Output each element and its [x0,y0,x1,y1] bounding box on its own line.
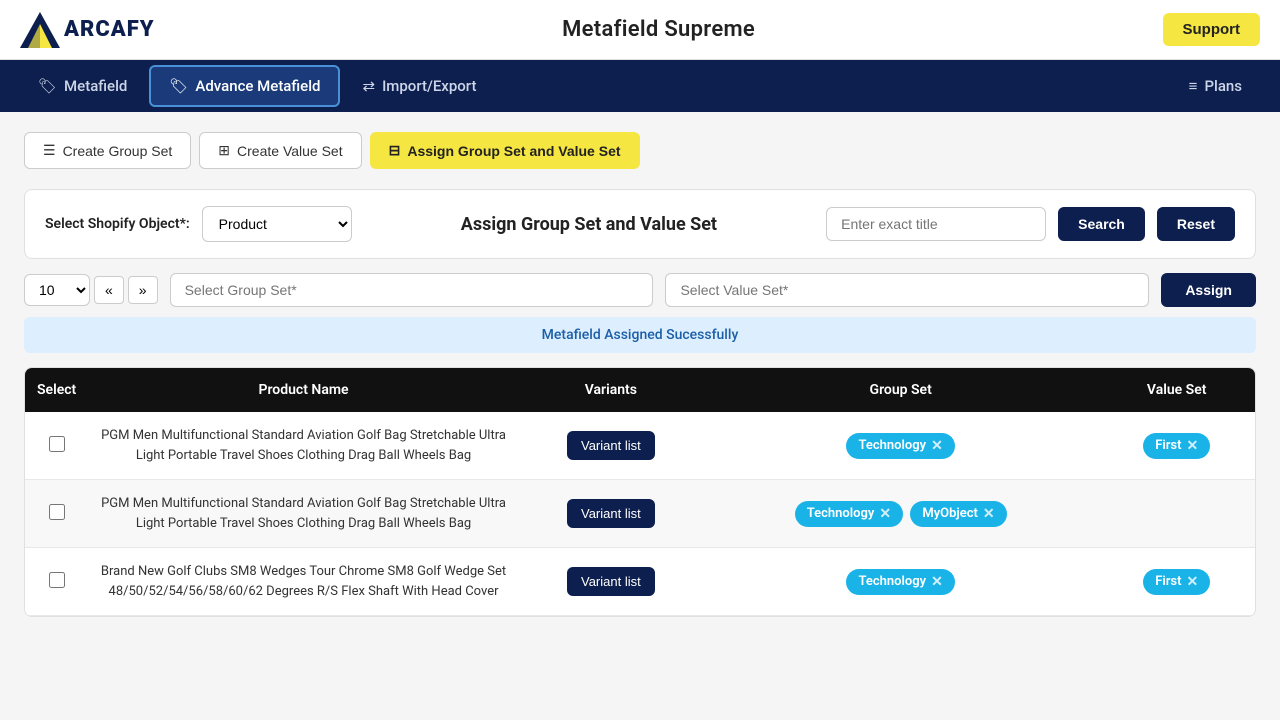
nav-label-plans: Plans [1204,77,1242,95]
filter-row: Select Shopify Object*: Product Order Cu… [24,189,1256,259]
row-1-value-tag-0-remove[interactable]: ✕ [1186,438,1198,454]
row-1-value-tag-0-label: First [1155,438,1181,453]
pagination-wrap: 10 25 50 100 « » [24,274,158,306]
nav-item-metafield[interactable]: 🏷 Metafield [20,67,145,105]
assign-row: 10 25 50 100 « » Assign [24,273,1256,307]
col-product-name: Product Name [88,368,519,412]
row-3-value-tag-0-label: First [1155,574,1181,589]
search-input[interactable] [826,207,1046,241]
nav-label-import-export: Import/Export [382,77,476,95]
group-set-input[interactable] [170,273,654,307]
tag-filled-icon: 🏷 [169,77,188,95]
row-2-value-set [1098,480,1255,548]
row-1-checkbox[interactable] [49,436,65,452]
brand-name: ARCAFY [64,17,155,42]
row-1-product-name: PGM Men Multifunctional Standard Aviatio… [88,412,519,480]
list-nav-icon: ≡ [1189,77,1198,95]
row-2-group-tag-1[interactable]: MyObject ✕ [910,501,1006,527]
filter-section-title: Assign Group Set and Value Set [364,214,814,235]
assign-button[interactable]: Assign [1161,273,1256,307]
table-row: Brand New Golf Clubs SM8 Wedges Tour Chr… [25,548,1255,616]
row-2-product-name: PGM Men Multifunctional Standard Aviatio… [88,480,519,548]
success-banner: Metafield Assigned Sucessfully [24,317,1256,353]
nav-left: 🏷 Metafield 🏷 Advance Metafield ⇄ Import… [20,65,494,107]
row-2-group-tag-1-label: MyObject [922,506,978,521]
row-1-value-tag-0[interactable]: First ✕ [1143,433,1210,459]
shopify-object-label: Select Shopify Object*: [45,216,190,232]
row-2-select [25,480,88,548]
col-variants: Variants [519,368,703,412]
row-2-variant-list-button[interactable]: Variant list [567,499,655,528]
row-3-group-set: Technology ✕ [703,548,1098,616]
nav-item-import-export[interactable]: ⇄ Import/Export [344,67,494,105]
row-2-variants: Variant list [519,480,703,548]
row-1-variants: Variant list [519,412,703,480]
col-value-set: Value Set [1098,368,1255,412]
table-row: PGM Men Multifunctional Standard Aviatio… [25,412,1255,480]
row-3-value-tag-0[interactable]: First ✕ [1143,569,1210,595]
row-1-group-set: Technology ✕ [703,412,1098,480]
logo: ARCAFY [20,12,155,48]
value-set-input[interactable] [665,273,1149,307]
shopify-object-select[interactable]: Product Order Customer Collection [202,206,352,242]
col-select: Select [25,368,88,412]
row-3-product-name: Brand New Golf Clubs SM8 Wedges Tour Chr… [88,548,519,616]
tab-assign-group-value-set[interactable]: ⊟ Assign Group Set and Value Set [370,132,640,169]
row-3-checkbox[interactable] [49,572,65,588]
row-3-value-tag-0-remove[interactable]: ✕ [1186,574,1198,590]
tab-create-value-set-label: Create Value Set [237,143,343,159]
row-3-variant-list-button[interactable]: Variant list [567,567,655,596]
row-3-group-tag-0-remove[interactable]: ✕ [931,574,943,590]
products-table: Select Product Name Variants Group Set V… [25,368,1255,616]
tag-icon: 🏷 [38,77,57,95]
table-header-row: Select Product Name Variants Group Set V… [25,368,1255,412]
row-3-variants: Variant list [519,548,703,616]
row-2-group-tag-1-remove[interactable]: ✕ [983,506,995,522]
tab-row: ☰ Create Group Set ⊞ Create Value Set ⊟ … [24,132,1256,169]
create-value-icon: ⊞ [218,142,230,159]
row-1-group-tag-0-remove[interactable]: ✕ [931,438,943,454]
page-size-select[interactable]: 10 25 50 100 [24,274,90,306]
nav-item-plans[interactable]: ≡ Plans [1171,67,1260,105]
tab-create-group-set-label: Create Group Set [63,143,173,159]
nav-bar: 🏷 Metafield 🏷 Advance Metafield ⇄ Import… [0,60,1280,112]
products-table-wrap: Select Product Name Variants Group Set V… [24,367,1256,617]
row-2-checkbox[interactable] [49,504,65,520]
table-row: PGM Men Multifunctional Standard Aviatio… [25,480,1255,548]
create-group-icon: ☰ [43,142,56,159]
row-2-group-tag-0[interactable]: Technology ✕ [795,501,903,527]
search-button[interactable]: Search [1058,207,1145,241]
prev-page-button[interactable]: « [94,276,124,304]
tab-create-value-set[interactable]: ⊞ Create Value Set [199,132,361,169]
row-3-value-set: First ✕ [1098,548,1255,616]
row-1-value-set: First ✕ [1098,412,1255,480]
import-icon: ⇄ [362,77,375,95]
row-1-group-tag-0-label: Technology [858,438,926,453]
nav-label-advance-metafield: Advance Metafield [195,77,320,95]
support-button[interactable]: Support [1163,13,1261,46]
row-2-group-tag-0-remove[interactable]: ✕ [879,506,891,522]
nav-label-metafield: Metafield [64,77,127,95]
row-1-group-tag-0[interactable]: Technology ✕ [846,433,954,459]
assign-tab-icon: ⊟ [389,142,401,159]
tab-assign-label: Assign Group Set and Value Set [407,143,620,159]
main-content: ☰ Create Group Set ⊞ Create Value Set ⊟ … [0,112,1280,720]
row-3-select [25,548,88,616]
nav-item-advance-metafield[interactable]: 🏷 Advance Metafield [149,65,340,107]
app-title: Metafield Supreme [562,17,755,42]
row-3-group-tag-0[interactable]: Technology ✕ [846,569,954,595]
table-body: PGM Men Multifunctional Standard Aviatio… [25,412,1255,616]
row-2-group-set: Technology ✕ MyObject ✕ [703,480,1098,548]
col-group-set: Group Set [703,368,1098,412]
tab-create-group-set[interactable]: ☰ Create Group Set [24,132,191,169]
row-3-group-tag-0-label: Technology [858,574,926,589]
nav-right: ≡ Plans [1171,67,1260,105]
reset-button[interactable]: Reset [1157,207,1235,241]
next-page-button[interactable]: » [128,276,158,304]
arcafy-logo-icon [20,12,60,48]
top-bar: ARCAFY Metafield Supreme Support [0,0,1280,60]
row-1-variant-list-button[interactable]: Variant list [567,431,655,460]
row-2-group-tag-0-label: Technology [807,506,875,521]
row-1-select [25,412,88,480]
